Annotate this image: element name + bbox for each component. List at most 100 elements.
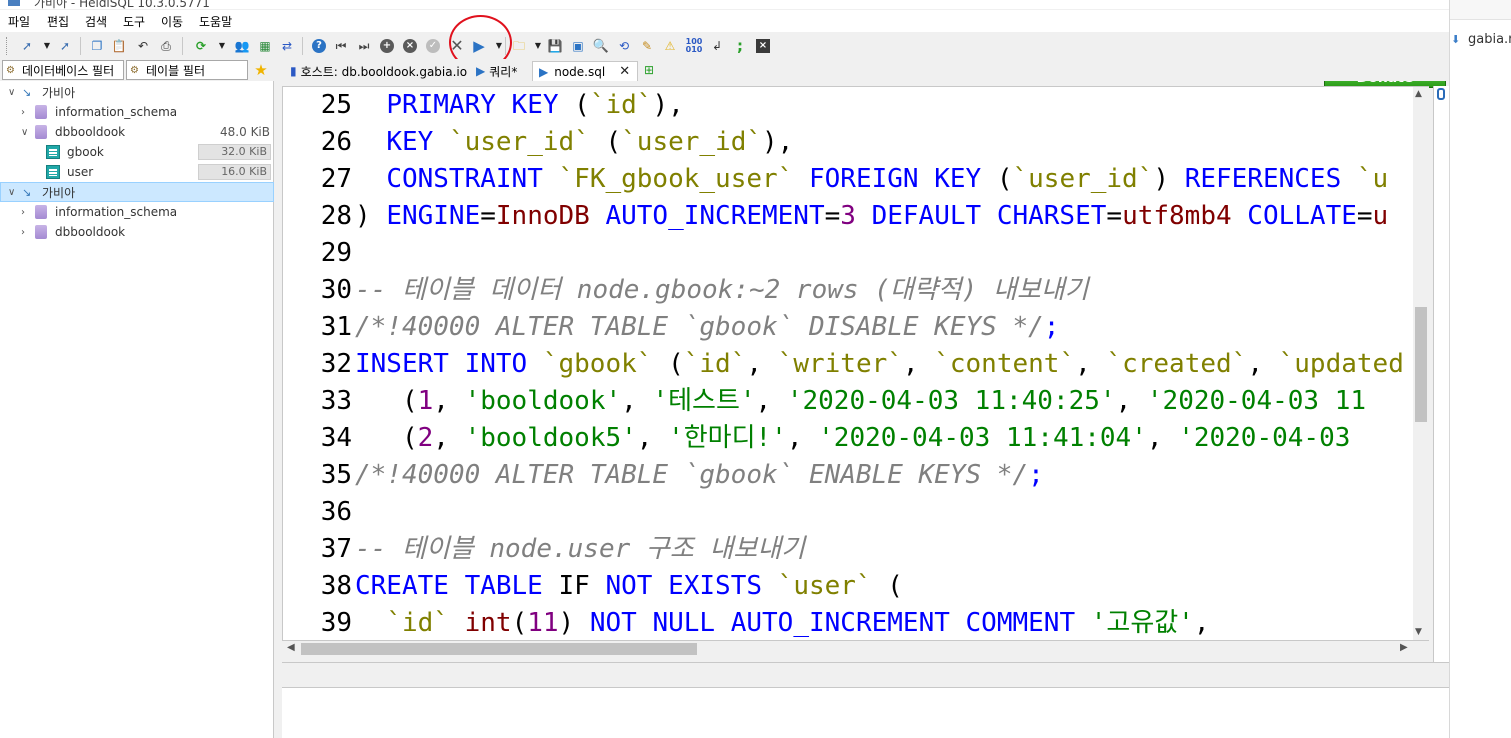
code-line[interactable]: /*!40000 ALTER TABLE `gbook` ENABLE KEYS… bbox=[355, 457, 1044, 494]
close-icon[interactable]: × bbox=[754, 37, 772, 55]
new-tab-icon[interactable]: ⊞ bbox=[640, 61, 658, 79]
tree-database-label: information_schema bbox=[55, 105, 178, 119]
code-token: `writer` bbox=[777, 349, 903, 379]
editor-splitter[interactable] bbox=[282, 662, 1449, 688]
code-token: , bbox=[902, 349, 935, 379]
refresh-icon[interactable]: ⟳ bbox=[192, 37, 210, 55]
tree-database[interactable]: › dbbooldook bbox=[0, 222, 274, 242]
code-token: `user_id` bbox=[448, 127, 590, 157]
tree-database[interactable]: › information_schema bbox=[0, 202, 274, 222]
menu-edit[interactable]: 편집 bbox=[47, 13, 69, 30]
code-line[interactable]: -- 테이블 node.user 구조 내보내기 bbox=[355, 531, 805, 568]
tree-session[interactable]: ∨ ↘ 가비아 bbox=[0, 82, 274, 102]
tree-table[interactable]: gbook 32.0 KiB bbox=[0, 142, 274, 162]
code-line[interactable]: CONSTRAINT `FK_gbook_user` FOREIGN KEY (… bbox=[355, 161, 1388, 198]
undo-icon[interactable]: ↶ bbox=[134, 37, 152, 55]
paste-icon[interactable]: 📋 bbox=[110, 37, 128, 55]
chevron-down-icon[interactable]: ▼ bbox=[529, 37, 547, 55]
code-line[interactable]: /*!40000 ALTER TABLE `gbook` DISABLE KEY… bbox=[355, 309, 1059, 346]
tab-node-sql[interactable]: ▶ node.sql ✕ bbox=[532, 61, 638, 81]
code-area[interactable]: PRIMARY KEY (`id`), KEY `user_id` (`user… bbox=[355, 87, 1413, 640]
last-record-icon[interactable]: ⏭ bbox=[355, 37, 373, 55]
post-row-icon[interactable]: ✓ bbox=[424, 37, 442, 55]
chevron-right-icon[interactable]: › bbox=[21, 227, 25, 238]
copy-icon[interactable]: ❐ bbox=[88, 37, 106, 55]
scroll-up-icon[interactable]: ▲ bbox=[1415, 89, 1422, 99]
code-line[interactable]: `id` int(11) NOT NULL AUTO_INCREMENT COM… bbox=[355, 605, 1209, 640]
menu-help[interactable]: 도움말 bbox=[199, 13, 232, 30]
code-line[interactable]: (1, 'booldook', '테스트', '2020-04-03 11:40… bbox=[355, 383, 1366, 420]
save-icon[interactable]: 💾 bbox=[546, 37, 564, 55]
menu-go[interactable]: 이동 bbox=[161, 13, 183, 30]
toolbar-grip[interactable] bbox=[6, 37, 9, 55]
server-icon: ▮ bbox=[290, 64, 297, 78]
warning-icon[interactable]: ⚠ bbox=[661, 37, 679, 55]
help-icon[interactable]: ? bbox=[310, 37, 328, 55]
code-token: DEFAULT CHARSET bbox=[871, 201, 1107, 231]
semicolon-icon[interactable]: ; bbox=[731, 37, 749, 55]
chevron-down-icon[interactable]: ∨ bbox=[8, 87, 15, 98]
word-wrap-icon[interactable]: ↲ bbox=[708, 37, 726, 55]
connect-icon[interactable]: ➚ bbox=[18, 37, 36, 55]
code-line[interactable]: CREATE TABLE IF NOT EXISTS `user` ( bbox=[355, 568, 903, 605]
vertical-scrollbar[interactable]: ▲ ▼ bbox=[1413, 87, 1429, 640]
database-filter-input[interactable]: ⚙ 데이터베이스 필터 bbox=[2, 60, 124, 80]
code-token: InnoDB bbox=[495, 201, 590, 231]
code-line[interactable]: KEY `user_id` (`user_id`), bbox=[355, 124, 793, 161]
code-line[interactable]: INSERT INTO `gbook` (`id`, `writer`, `co… bbox=[355, 346, 1404, 383]
scroll-left-icon[interactable]: ◀ bbox=[287, 642, 295, 653]
code-line[interactable]: ) ENGINE=InnoDB AUTO_INCREMENT=3 DEFAULT… bbox=[355, 198, 1388, 235]
code-token: ) bbox=[558, 608, 590, 638]
chevron-down-icon[interactable]: ▼ bbox=[38, 37, 56, 55]
table-filter-input[interactable]: ⚙ 테이블 필터 bbox=[126, 60, 248, 80]
menu-search[interactable]: 검색 bbox=[85, 13, 107, 30]
toolbar-separator bbox=[80, 37, 81, 55]
disconnect-icon[interactable]: ➚ bbox=[56, 37, 74, 55]
export-grid-icon[interactable]: ▦ bbox=[256, 37, 274, 55]
sync-arrows-icon[interactable]: ⇄ bbox=[278, 37, 296, 55]
clear-broom-icon[interactable]: ✎ bbox=[638, 37, 656, 55]
insert-row-icon[interactable]: + bbox=[378, 37, 396, 55]
code-token: 2 bbox=[417, 423, 434, 453]
chevron-right-icon[interactable]: › bbox=[21, 107, 25, 118]
chevron-down-icon[interactable]: ▼ bbox=[213, 37, 231, 55]
favorite-star-icon[interactable]: ★ bbox=[252, 61, 270, 79]
code-token: ; bbox=[1028, 460, 1044, 490]
horizontal-scrollbar[interactable]: ◀ ▶ bbox=[283, 641, 1413, 657]
number-format-icon[interactable]: 100 010 bbox=[685, 37, 703, 55]
tab-host[interactable]: ▮ 호스트: db.booldook.gabia.io bbox=[284, 61, 468, 81]
menu-file[interactable]: 파일 bbox=[8, 13, 30, 30]
replace-icon[interactable]: ⟲ bbox=[615, 37, 633, 55]
scroll-right-icon[interactable]: ▶ bbox=[1400, 642, 1408, 653]
folder-icon[interactable]: 🗀 bbox=[510, 37, 528, 55]
user-manager-icon[interactable]: 👥 bbox=[233, 37, 251, 55]
delete-row-icon[interactable]: × bbox=[401, 37, 419, 55]
code-token: , bbox=[433, 423, 465, 453]
vertical-scroll-thumb[interactable] bbox=[1415, 307, 1427, 422]
code-line[interactable]: PRIMARY KEY (`id`), bbox=[355, 87, 683, 124]
tree-session-selected[interactable]: ∨ ↘ 가비아 bbox=[0, 182, 274, 202]
code-token: -- 테이블 node.user 구조 내보내기 bbox=[355, 534, 806, 564]
code-token: `updated bbox=[1278, 349, 1404, 379]
menu-tools[interactable]: 도구 bbox=[123, 13, 145, 30]
line-number: 35 bbox=[320, 460, 352, 490]
scroll-down-icon[interactable]: ▼ bbox=[1415, 627, 1422, 637]
close-icon[interactable]: ✕ bbox=[619, 64, 630, 79]
tab-query[interactable]: ▶ 쿼리* bbox=[472, 61, 528, 81]
find-icon[interactable]: 🔍 bbox=[592, 37, 610, 55]
code-line[interactable]: (2, 'booldook5', '한마디!', '2020-04-03 11:… bbox=[355, 420, 1350, 457]
session-icon: ↘ bbox=[22, 85, 32, 99]
chevron-down-icon[interactable]: ∨ bbox=[8, 187, 15, 198]
save-snippet-icon[interactable]: ▣ bbox=[569, 37, 587, 55]
chevron-down-icon[interactable]: ∨ bbox=[21, 127, 28, 138]
code-line[interactable]: -- 테이블 데이터 node.gbook:~2 rows (대략적) 내보내기 bbox=[355, 272, 1089, 309]
tree-database[interactable]: ∨ dbbooldook 48.0 KiB bbox=[0, 122, 274, 142]
print-icon[interactable]: ⎙ bbox=[157, 37, 175, 55]
first-record-icon[interactable]: ⏮ bbox=[332, 37, 350, 55]
horizontal-scroll-thumb[interactable] bbox=[301, 643, 697, 655]
chevron-right-icon[interactable]: › bbox=[21, 207, 25, 218]
tree-table[interactable]: user 16.0 KiB bbox=[0, 162, 274, 182]
tree-database[interactable]: › information_schema bbox=[0, 102, 274, 122]
sql-editor[interactable]: 25 26 27 28 29 30 31 32 33 34 35 36 37 38 39 PRIMARY K… bbox=[282, 86, 1429, 641]
